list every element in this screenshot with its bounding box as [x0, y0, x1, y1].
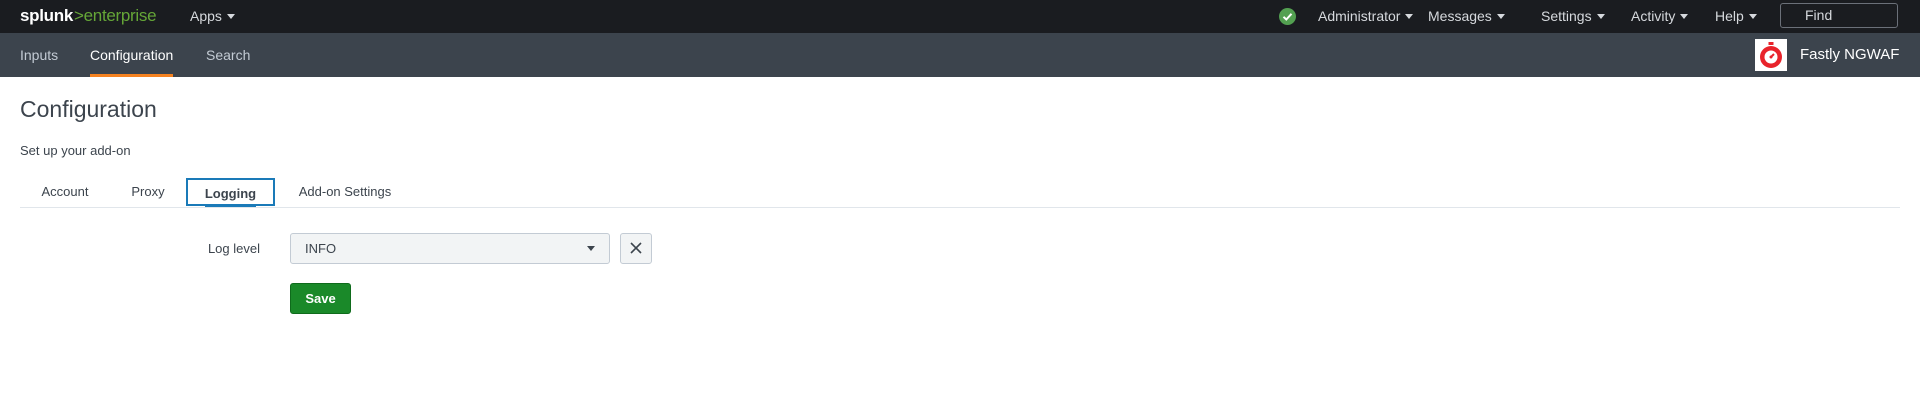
tab-logging[interactable]: Logging: [186, 178, 275, 207]
clear-log-level-button[interactable]: [620, 233, 652, 264]
find-input[interactable]: [1780, 3, 1898, 28]
chevron-down-icon: [1748, 14, 1757, 19]
page-description: Set up your add-on: [20, 143, 131, 158]
tab-add-on-settings-label: Add-on Settings: [298, 184, 392, 199]
tab-proxy[interactable]: Proxy: [112, 178, 184, 206]
page-title: Configuration: [20, 96, 157, 122]
logo-product: enterprise: [83, 6, 157, 25]
apps-menu-label: Apps: [190, 8, 222, 24]
tab-logging-label: Logging: [204, 186, 257, 201]
stopwatch-icon: [1755, 39, 1787, 71]
settings-menu[interactable]: Settings: [1541, 0, 1605, 33]
tab-search[interactable]: Search: [206, 33, 250, 77]
messages-menu-label: Messages: [1428, 8, 1492, 24]
help-menu-label: Help: [1715, 8, 1744, 24]
chevron-down-icon: [1496, 14, 1505, 19]
apps-menu[interactable]: Apps: [190, 0, 235, 33]
save-button[interactable]: Save: [290, 283, 351, 314]
log-level-label: Log level: [207, 241, 260, 256]
tab-configuration[interactable]: Configuration: [90, 33, 174, 77]
settings-menu-label: Settings: [1541, 8, 1592, 24]
app-navigation-bar: Inputs Configuration Search: [0, 33, 1920, 77]
tab-account-label: Account: [41, 184, 89, 199]
administrator-menu[interactable]: Administrator: [1318, 0, 1414, 33]
tab-inputs[interactable]: Inputs: [20, 33, 58, 77]
chevron-down-icon: [226, 14, 235, 19]
chevron-down-icon: [1596, 14, 1605, 19]
splunk-logo[interactable]: splunk>enterprise: [20, 6, 157, 26]
tabs-divider: [20, 207, 1900, 208]
logo-separator: >: [74, 6, 84, 25]
logo-brand: splunk: [20, 6, 73, 25]
tab-add-on-settings[interactable]: Add-on Settings: [282, 178, 408, 206]
log-level-select[interactable]: INFO: [290, 233, 610, 264]
messages-menu[interactable]: Messages: [1428, 0, 1505, 33]
tab-proxy-label: Proxy: [131, 184, 165, 199]
activity-menu[interactable]: Activity: [1631, 0, 1689, 33]
chevron-down-icon: [587, 246, 595, 251]
log-level-value: INFO: [305, 241, 337, 256]
tab-account[interactable]: Account: [20, 178, 110, 206]
administrator-menu-label: Administrator: [1318, 8, 1401, 24]
app-name: Fastly NGWAF: [1800, 46, 1900, 63]
top-navigation-bar: splunk>enterprise Apps Administrator Mes…: [0, 0, 1920, 33]
chevron-down-icon: [1405, 14, 1414, 19]
help-menu[interactable]: Help: [1715, 0, 1757, 33]
activity-menu-label: Activity: [1631, 8, 1676, 24]
close-icon: [630, 242, 642, 254]
chevron-down-icon: [1680, 14, 1689, 19]
check-circle-icon[interactable]: [1279, 8, 1296, 25]
